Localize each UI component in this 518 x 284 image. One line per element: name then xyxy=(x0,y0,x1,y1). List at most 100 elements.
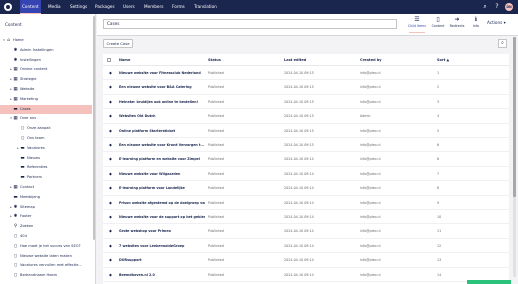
tree-item[interactable]: ▸ ▦ Website xyxy=(0,85,92,94)
nav-content[interactable]: Content xyxy=(20,0,41,14)
node-icon: ▦ xyxy=(13,185,18,190)
row-status: Published xyxy=(208,186,224,191)
table-row[interactable]: ◆ Een nieuwe website voor Kroné Verzorgen… xyxy=(103,138,509,153)
table-row[interactable]: ◆ Een nieuwe website voor B&A Catering Pub… xyxy=(103,80,509,95)
tree-item[interactable]: ▸ ▬ Vacatures xyxy=(0,144,92,153)
row-name-link[interactable]: Beemdhoven.nl 2.0 xyxy=(119,268,205,282)
row-name-link[interactable]: Prison website afgestemd op de doelgroep… xyxy=(119,196,205,210)
row-last-edited: 2024-04-10 09:15 xyxy=(284,85,314,90)
case-icon: ◆ xyxy=(109,70,112,75)
tree-item[interactable]: ▾ ⌂ Home xyxy=(0,36,92,45)
tree-item[interactable]: ✱ Admin Instellingen xyxy=(0,46,92,55)
row-name-link[interactable]: Een nieuwe website voor Kroné Verzorgen … xyxy=(119,138,205,152)
nav-users[interactable]: Users xyxy=(121,0,137,14)
tree-item[interactable]: ▬ Cases xyxy=(0,104,92,114)
tree-item[interactable]: ▬ Partners xyxy=(0,173,92,182)
table-row[interactable]: ◆ Nieuwe website voor Wilgaarden Published… xyxy=(103,167,509,182)
tree-item-label: Admin Instellingen xyxy=(20,47,54,52)
tree-item[interactable]: ▸ ▦ Onsine content xyxy=(0,65,92,74)
tree-item[interactable]: ✱ Instellingen xyxy=(0,56,92,65)
row-created-by: info@pleo.nl xyxy=(360,171,381,176)
user-avatar[interactable]: DN xyxy=(505,3,513,11)
tree-item[interactable]: ▸ ▦ Strategie xyxy=(0,75,92,84)
tree-item[interactable]: ▬ Referenties xyxy=(0,163,92,172)
tree-item[interactable]: ▾ ▦ Over ons xyxy=(0,114,92,123)
case-icon: ◆ xyxy=(109,228,112,234)
node-name-input[interactable]: Cases xyxy=(103,19,397,29)
tree-item-label: Contact xyxy=(20,185,34,189)
row-name-link[interactable]: DORsupport xyxy=(119,253,205,267)
app-info[interactable]: ℹ Info xyxy=(465,16,487,33)
row-name-link[interactable]: Nieuwe website voor de support op het ge… xyxy=(119,210,205,224)
tree-item[interactable]: ▯ Onze aanpak xyxy=(0,124,92,133)
table-row[interactable]: ◆ DORsupport Published 2024-04-10 09:14 info… xyxy=(103,253,509,268)
row-last-edited: 2024-04-10 09:14 xyxy=(284,215,314,219)
row-name-link[interactable]: Websites Old Dutch xyxy=(119,109,205,123)
app-child-items[interactable]: ☰ Child items xyxy=(406,16,428,33)
table-row[interactable]: ◆ E-learning platform en website voor Zim… xyxy=(103,152,509,167)
nav-packages[interactable]: Packages xyxy=(93,0,117,14)
column-header-sort[interactable]: Sort ▲ xyxy=(437,54,449,66)
nav-forms[interactable]: Forms xyxy=(170,0,187,14)
row-name-link[interactable]: E-learning platform en website voor Zimp… xyxy=(119,152,205,166)
tree-item[interactable]: ⚲ Zoeken xyxy=(0,222,92,231)
tree-item[interactable]: ▬ Meetbijeng xyxy=(0,193,92,202)
row-name-link[interactable]: Heineke: bruidijes ook online te bestell… xyxy=(119,95,205,109)
tree-item[interactable]: ▬ Nieuws xyxy=(0,154,92,163)
table-row[interactable]: ◆ Beemdhoven.nl 2.0 Published 2024-04-10 09… xyxy=(103,268,509,282)
search-icon[interactable]: ⌕ xyxy=(481,3,489,11)
table-row[interactable]: ◆ E-learning platform voor Landelijke Publ… xyxy=(103,181,509,196)
table-row[interactable]: ◆ Grote webshop voor Primeo Published 2024-… xyxy=(103,224,509,239)
search-icon[interactable]: ⌕ xyxy=(498,39,507,48)
row-name-link[interactable]: Grote webshop voor Primeo xyxy=(119,224,205,238)
tree-item-label: Vacatures vervullen met effectie... xyxy=(20,263,82,268)
tree-item[interactable]: ▯ Bedrandnaam Hoorn xyxy=(0,271,92,280)
tree-item[interactable]: ▯ Ons team xyxy=(0,134,92,143)
row-sort-order: 8 xyxy=(437,186,440,191)
sidebar-scrollbar[interactable] xyxy=(93,16,95,240)
row-name-link[interactable]: Een nieuwe website voor B&A Catering xyxy=(119,80,205,94)
table-row[interactable]: ◆ Heineke: bruidijes ook online te bestel… xyxy=(103,95,509,110)
table-row[interactable]: ◆ 7 websites voor LeekerwoldeGroep Publish… xyxy=(103,239,509,254)
row-name-link[interactable]: Online platform Startersticket xyxy=(119,124,205,138)
row-name-link[interactable]: 7 websites voor LeekerwoldeGroep xyxy=(119,239,205,253)
help-icon[interactable]: ? xyxy=(493,3,501,11)
tree-item-label: Instellingen xyxy=(20,57,41,62)
table-row[interactable]: ◆ Websites Old Dutch Published 2024-04-10 0… xyxy=(103,109,509,124)
row-name-link[interactable]: Nieuwe website voor Fitnessclub Nederlan… xyxy=(119,66,205,80)
row-name-link[interactable]: Nieuwe website voor Wilgaarden xyxy=(119,167,205,181)
column-header-created-by[interactable]: Created by xyxy=(360,54,382,66)
actions-button[interactable]: Actions ▾ xyxy=(487,20,506,25)
table-row[interactable]: ◆ Nieuwe website voor de support op het g… xyxy=(103,210,509,225)
main-scrollbar[interactable] xyxy=(513,37,516,277)
column-header-last-edited[interactable]: Last edited xyxy=(284,54,306,66)
tree-item[interactable]: ▯ Vacatures vervullen met effectie... xyxy=(0,261,92,270)
tree-item[interactable]: ▯ Nieuwe website laten maken xyxy=(0,252,92,261)
column-header-status[interactable]: Status xyxy=(208,54,221,66)
table-row[interactable]: ◆ Prison website afgestemd op de doelgroe… xyxy=(103,196,509,210)
tree-item[interactable]: ▸ ✱ Sitemap xyxy=(0,203,92,212)
tree-item[interactable]: ▯ 404 xyxy=(0,232,92,241)
umbraco-logo-icon[interactable] xyxy=(4,3,12,11)
tree-item[interactable]: ▯ Hoe moet je het succes van SEO? xyxy=(0,242,92,251)
tree-item[interactable]: ▸ ▦ Marketing xyxy=(0,95,92,104)
nav-media[interactable]: Media xyxy=(46,0,63,14)
row-created-by: info@pleo.nl xyxy=(360,99,381,104)
row-name-link[interactable]: E-learning platform voor Landelijke xyxy=(119,181,205,195)
tree-item-label: Hoe moet je het succes van SEO? xyxy=(20,243,81,248)
column-header-name[interactable]: Name xyxy=(119,54,130,66)
tree-item[interactable]: ▸ ▦ Contact xyxy=(0,183,92,192)
select-all-checkbox[interactable] xyxy=(107,58,111,62)
nav-settings[interactable]: Settings xyxy=(68,0,89,14)
tree-item[interactable]: ▸ ✱ Footer xyxy=(0,212,92,221)
table-row[interactable]: ◆ Online platform Startersticket Published… xyxy=(103,124,509,138)
table-row[interactable]: ◆ Nieuwe website voor Fitnessclub Nederla… xyxy=(103,66,509,81)
row-status: Published xyxy=(208,243,224,248)
row-sort-order: 10 xyxy=(437,215,442,219)
child-items-table: Name Status Last edited Created by Sort … xyxy=(103,54,509,284)
nav-translation[interactable]: Translation xyxy=(192,0,219,14)
nav-members[interactable]: Members xyxy=(142,0,165,14)
main-scrollbar-thumb[interactable] xyxy=(513,37,516,197)
create-case-button[interactable]: Create Case xyxy=(103,39,133,48)
info-icon: ℹ xyxy=(474,16,478,23)
